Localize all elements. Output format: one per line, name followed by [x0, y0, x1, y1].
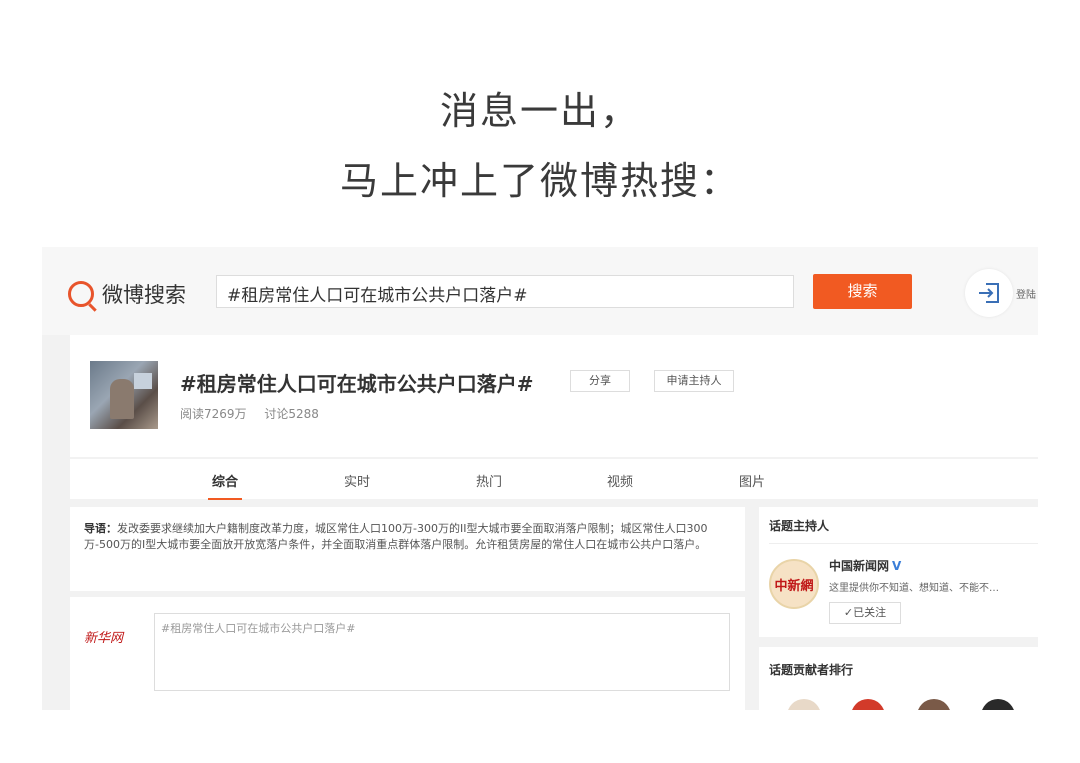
contributors-title: 话题贡献者排行 [769, 663, 854, 677]
host-description: 这里提供你不知道、想知道、不能不… [829, 583, 999, 594]
topic-title: #租房常住人口可在城市公共户口落户# [180, 372, 534, 396]
lead-text: 发改委要求继续加大户籍制度改革力度，城区常住人口100万-300万的II型大城市… [84, 522, 708, 551]
post-textarea[interactable]: #租房常住人口可在城市公共户口落户# [154, 613, 730, 691]
weibo-search-logo[interactable]: 微博搜索 [68, 279, 186, 309]
topic-stats: 阅读7269万 讨论5288 [180, 405, 333, 422]
topic-host-panel: 话题主持人 中新網 中国新闻网 V 这里提供你不知道、想知道、不能不… ✓已关注 [759, 507, 1038, 637]
topic-tabs: 综合 实时 热门 视频 图片 [70, 459, 1038, 500]
tab-video[interactable]: 视频 [607, 471, 633, 490]
search-input[interactable]: #租房常住人口可在城市公共户口落户# [216, 275, 794, 308]
search-logo-icon [68, 281, 94, 307]
discussion-count: 讨论5288 [264, 407, 319, 421]
contributor-avatar[interactable] [917, 699, 951, 710]
login-label[interactable]: 登陆 [1016, 286, 1036, 301]
topic-lead: 导语：发改委要求继续加大户籍制度改革力度，城区常住人口100万-300万的II型… [70, 507, 745, 591]
host-panel-title: 话题主持人 [769, 519, 830, 533]
host-name-row[interactable]: 中国新闻网 V [829, 557, 901, 574]
caption-line-2: 马上冲上了微博热搜： [339, 159, 740, 203]
tab-images[interactable]: 图片 [739, 471, 765, 490]
read-count: 阅读7269万 [180, 407, 247, 421]
contributor-avatar[interactable] [851, 699, 885, 710]
top-bar: 微博搜索 #租房常住人口可在城市公共户口落户# 搜索 登陆 [42, 247, 1038, 335]
apply-host-button[interactable]: 申请主持人 [654, 370, 734, 392]
login-button[interactable] [965, 269, 1013, 317]
login-icon [979, 283, 999, 303]
lead-label: 导语： [84, 522, 117, 535]
host-avatar[interactable]: 中新網 [769, 559, 819, 609]
search-button[interactable]: 搜索 [813, 274, 912, 309]
share-button[interactable]: 分享 [570, 370, 630, 392]
contributor-avatar[interactable] [787, 699, 821, 710]
verified-icon: V [892, 559, 902, 573]
contributors-panel: 话题贡献者排行 [759, 647, 1038, 710]
tab-comprehensive[interactable]: 综合 [207, 471, 243, 500]
followed-button[interactable]: ✓已关注 [829, 602, 901, 624]
weibo-search-screenshot: 微博搜索 #租房常住人口可在城市公共户口落户# 搜索 登陆 #租房常住人口可在城… [42, 247, 1038, 710]
tab-realtime[interactable]: 实时 [344, 471, 370, 490]
topic-card: #租房常住人口可在城市公共户口落户# 分享 申请主持人 阅读7269万 讨论52… [70, 335, 1038, 457]
contributor-avatar[interactable] [981, 699, 1015, 710]
post-composer: 新华网 #租房常住人口可在城市公共户口落户# [70, 597, 745, 710]
host-name[interactable]: 中国新闻网 [829, 559, 889, 573]
caption-line-1: 消息一出， [439, 89, 640, 133]
logo-text: 微博搜索 [102, 283, 186, 307]
topic-image [90, 361, 158, 429]
tab-hot[interactable]: 热门 [476, 471, 502, 490]
composer-avatar-logo: 新华网 [84, 631, 124, 646]
